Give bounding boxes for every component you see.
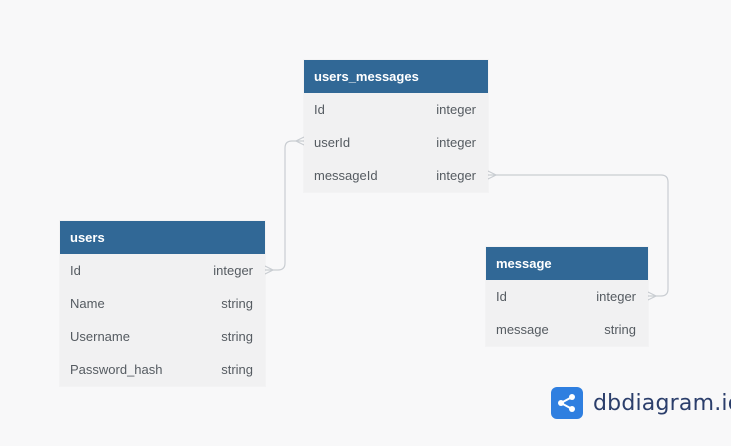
- table-header[interactable]: users_messages: [304, 60, 488, 93]
- field-type: string: [221, 362, 253, 377]
- table-header[interactable]: users: [60, 221, 265, 254]
- table-message[interactable]: message Id integer message string: [486, 247, 648, 346]
- field-row[interactable]: messageId integer: [304, 159, 488, 192]
- brand-name-main: dbdiagram: [593, 390, 715, 416]
- field-type: integer: [436, 168, 476, 183]
- brand-name: dbdiagram.io: [593, 391, 731, 416]
- brand-logo[interactable]: dbdiagram.io: [551, 387, 731, 419]
- field-row[interactable]: Id integer: [304, 93, 488, 126]
- field-type: integer: [436, 135, 476, 150]
- field-row[interactable]: Username string: [60, 320, 265, 353]
- field-row[interactable]: Password_hash string: [60, 353, 265, 386]
- field-name: Id: [70, 263, 81, 278]
- link-users-id-to-users-messages-userid[interactable]: [265, 140, 304, 271]
- table-header[interactable]: message: [486, 247, 648, 280]
- field-row[interactable]: Id integer: [60, 254, 265, 287]
- field-type: integer: [436, 102, 476, 117]
- crowfoot-message-id: [647, 291, 658, 301]
- field-name: Id: [314, 102, 325, 117]
- field-row[interactable]: Name string: [60, 287, 265, 320]
- field-name: Id: [496, 289, 507, 304]
- crowfoot-users-id: [264, 265, 275, 275]
- field-name: userId: [314, 135, 351, 150]
- diagram-canvas[interactable]: users Id integer Name string Username st…: [0, 0, 731, 446]
- field-type: integer: [213, 263, 253, 278]
- field-type: integer: [596, 289, 636, 304]
- field-name: Username: [70, 329, 130, 344]
- field-type: string: [221, 296, 253, 311]
- field-type: string: [604, 322, 636, 337]
- table-users-messages[interactable]: users_messages Id integer userId integer…: [304, 60, 488, 192]
- field-row[interactable]: message string: [486, 313, 648, 346]
- table-users[interactable]: users Id integer Name string Username st…: [60, 221, 265, 386]
- field-name: Name: [70, 296, 105, 311]
- field-name: Password_hash: [70, 362, 163, 377]
- field-name: messageId: [314, 168, 378, 183]
- field-type: string: [221, 329, 253, 344]
- crowfoot-users-messages-messageid: [487, 170, 498, 180]
- share-icon: [551, 387, 583, 419]
- brand-name-suffix: .io: [714, 390, 731, 416]
- crowfoot-users-messages-userid: [294, 136, 305, 146]
- field-row[interactable]: userId integer: [304, 126, 488, 159]
- field-row[interactable]: Id integer: [486, 280, 648, 313]
- field-name: message: [496, 322, 549, 337]
